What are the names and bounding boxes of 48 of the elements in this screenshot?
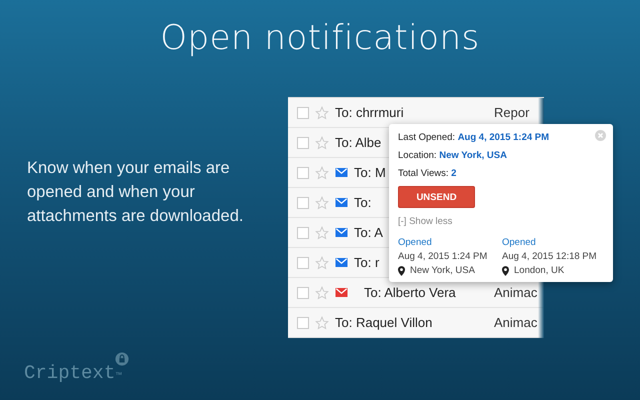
recipient: To: M <box>354 165 386 180</box>
open-status: Opened <box>398 237 433 248</box>
field-label: Location: <box>398 150 437 161</box>
star-icon[interactable] <box>315 316 329 330</box>
checkbox[interactable] <box>297 226 309 238</box>
location-pin-icon <box>398 266 405 276</box>
star-icon[interactable] <box>315 286 329 300</box>
open-location: London, UK <box>514 265 564 276</box>
headline: Open notifications <box>159 18 481 58</box>
open-status: Opened <box>502 237 537 248</box>
description: Know when your emails are opened and when your attachments are downloaded. <box>27 158 244 227</box>
checkbox[interactable] <box>297 286 309 298</box>
recipient: To: Albe <box>335 135 382 150</box>
field-label: Last Opened: <box>398 132 456 143</box>
star-icon[interactable] <box>315 136 329 150</box>
close-icon[interactable] <box>595 130 606 141</box>
star-icon[interactable] <box>315 196 329 210</box>
lock-bubble-icon <box>115 352 130 366</box>
recipient: To: Raquel Villon <box>335 315 432 330</box>
field-label: Total Views: <box>398 168 449 179</box>
subject: Animac <box>494 315 538 330</box>
open-time: Aug 4, 2015 1:24 PM <box>398 251 488 262</box>
star-icon[interactable] <box>315 166 329 180</box>
unsend-button[interactable]: UNSEND <box>398 186 475 208</box>
star-icon[interactable] <box>315 226 329 240</box>
star-icon[interactable] <box>315 256 329 270</box>
field-value: 2 <box>451 168 456 179</box>
brand-logo: Criptext <box>24 362 116 384</box>
checkbox[interactable] <box>297 136 309 148</box>
field-value: Aug 4, 2015 1:24 PM <box>458 132 550 143</box>
recipient: To: <box>354 195 372 210</box>
subject: Animac <box>494 285 538 300</box>
recipient: To: chrrmuri <box>335 105 404 120</box>
location-pin-icon <box>502 266 509 276</box>
recipient: To: A <box>354 225 383 240</box>
recipient: To: Alberto Vera <box>364 285 456 300</box>
open-location: New York, USA <box>410 265 475 276</box>
checkbox[interactable] <box>297 196 309 208</box>
checkbox[interactable] <box>297 316 309 328</box>
checkbox[interactable] <box>297 166 309 178</box>
field-value: New York, USA <box>439 150 507 161</box>
star-icon[interactable] <box>315 106 329 120</box>
subject: Repor <box>494 105 530 120</box>
checkbox[interactable] <box>297 256 309 268</box>
open-time: Aug 4, 2015 12:18 PM <box>502 251 598 262</box>
recipient: To: r <box>354 255 380 270</box>
checkbox[interactable] <box>297 106 309 118</box>
show-less-link[interactable]: [-] Show less <box>398 216 452 227</box>
